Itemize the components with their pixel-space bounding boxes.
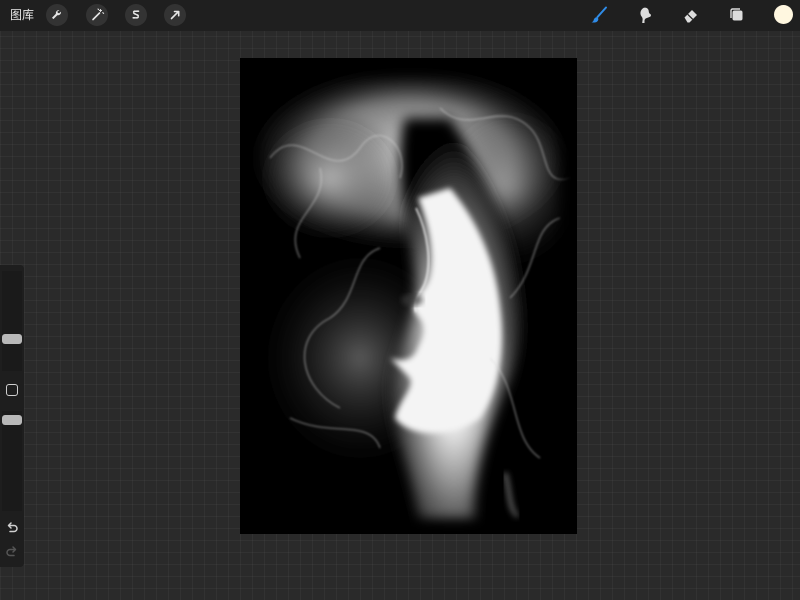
magic-wand-icon[interactable] (86, 4, 108, 26)
opacity-handle[interactable] (2, 415, 22, 425)
top-toolbar: 图库 (0, 0, 800, 31)
undo-icon[interactable] (4, 520, 20, 536)
arrow-cursor-icon[interactable] (164, 4, 186, 26)
current-color-swatch[interactable] (774, 5, 793, 24)
gallery-button[interactable]: 图库 (10, 6, 34, 24)
wrench-icon[interactable] (46, 4, 68, 26)
brush-icon[interactable] (588, 4, 610, 26)
canvas-artwork[interactable] (240, 58, 577, 534)
opacity-slider[interactable] (2, 411, 22, 511)
selection-s-icon[interactable] (125, 4, 147, 26)
brush-size-handle[interactable] (2, 334, 22, 344)
left-sidebar (0, 265, 24, 567)
eraser-icon[interactable] (680, 4, 702, 26)
redo-icon[interactable] (4, 544, 20, 560)
modify-button[interactable] (6, 384, 18, 396)
smudge-icon[interactable] (634, 4, 656, 26)
brush-size-slider[interactable] (2, 271, 22, 371)
layers-icon[interactable] (726, 4, 748, 26)
